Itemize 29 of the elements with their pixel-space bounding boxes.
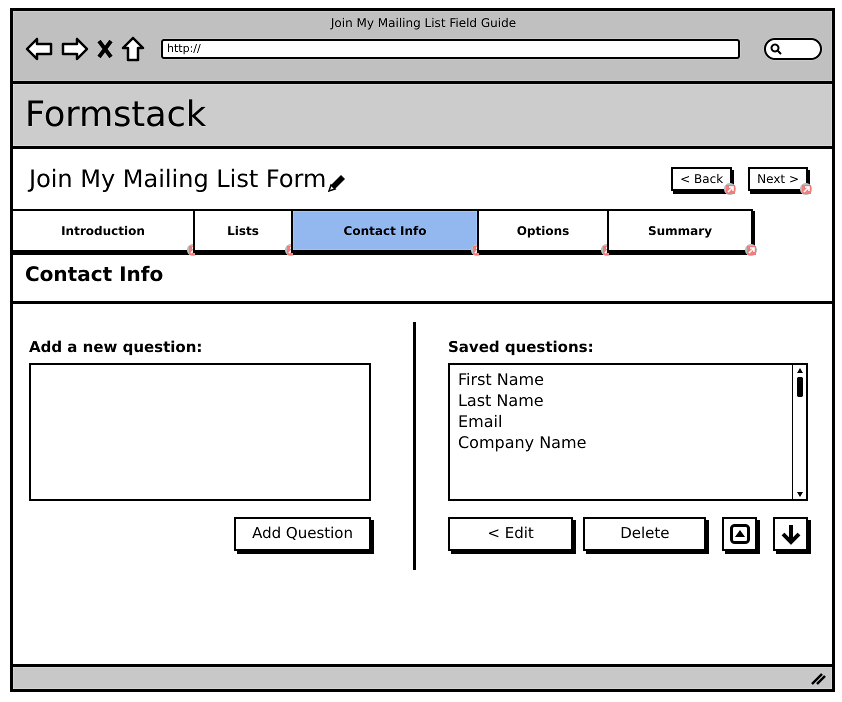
forward-icon[interactable] <box>61 37 89 61</box>
list-item[interactable]: First Name <box>458 368 784 390</box>
list-item[interactable]: Company Name <box>458 432 784 452</box>
window-title: Join My Mailing List Field Guide <box>329 15 518 32</box>
back-icon[interactable] <box>25 37 53 61</box>
section-title: Contact Info <box>25 262 164 286</box>
scrollbar[interactable] <box>792 364 806 498</box>
tab[interactable]: Introduction <box>11 209 195 253</box>
form-title: Join My Mailing List Form <box>29 164 326 195</box>
resize-grip-icon[interactable] <box>810 671 826 685</box>
link-icon <box>724 183 736 195</box>
home-icon[interactable] <box>121 36 145 62</box>
field-label: Saved questions: <box>448 337 595 358</box>
tab[interactable]: Lists <box>193 209 293 253</box>
list-item[interactable]: Email <box>458 410 784 432</box>
field-label: Add a new question: <box>29 337 204 358</box>
tab[interactable]: Options <box>477 209 609 253</box>
close-icon[interactable] <box>97 39 113 59</box>
link-icon <box>800 183 812 195</box>
address-field[interactable]: http:// <box>161 39 740 59</box>
down-arrow-icon <box>780 522 802 544</box>
link-icon <box>745 244 757 256</box>
question-field[interactable] <box>29 362 371 500</box>
search-icon <box>770 43 782 55</box>
list-item[interactable]: Last Name <box>458 390 784 410</box>
saved-questions-list[interactable]: First Name Last Name Email Company Name <box>448 362 808 500</box>
app-title: Formstack <box>25 94 206 137</box>
search-field[interactable] <box>764 38 822 60</box>
tab[interactable]: Contact Info <box>291 209 479 253</box>
